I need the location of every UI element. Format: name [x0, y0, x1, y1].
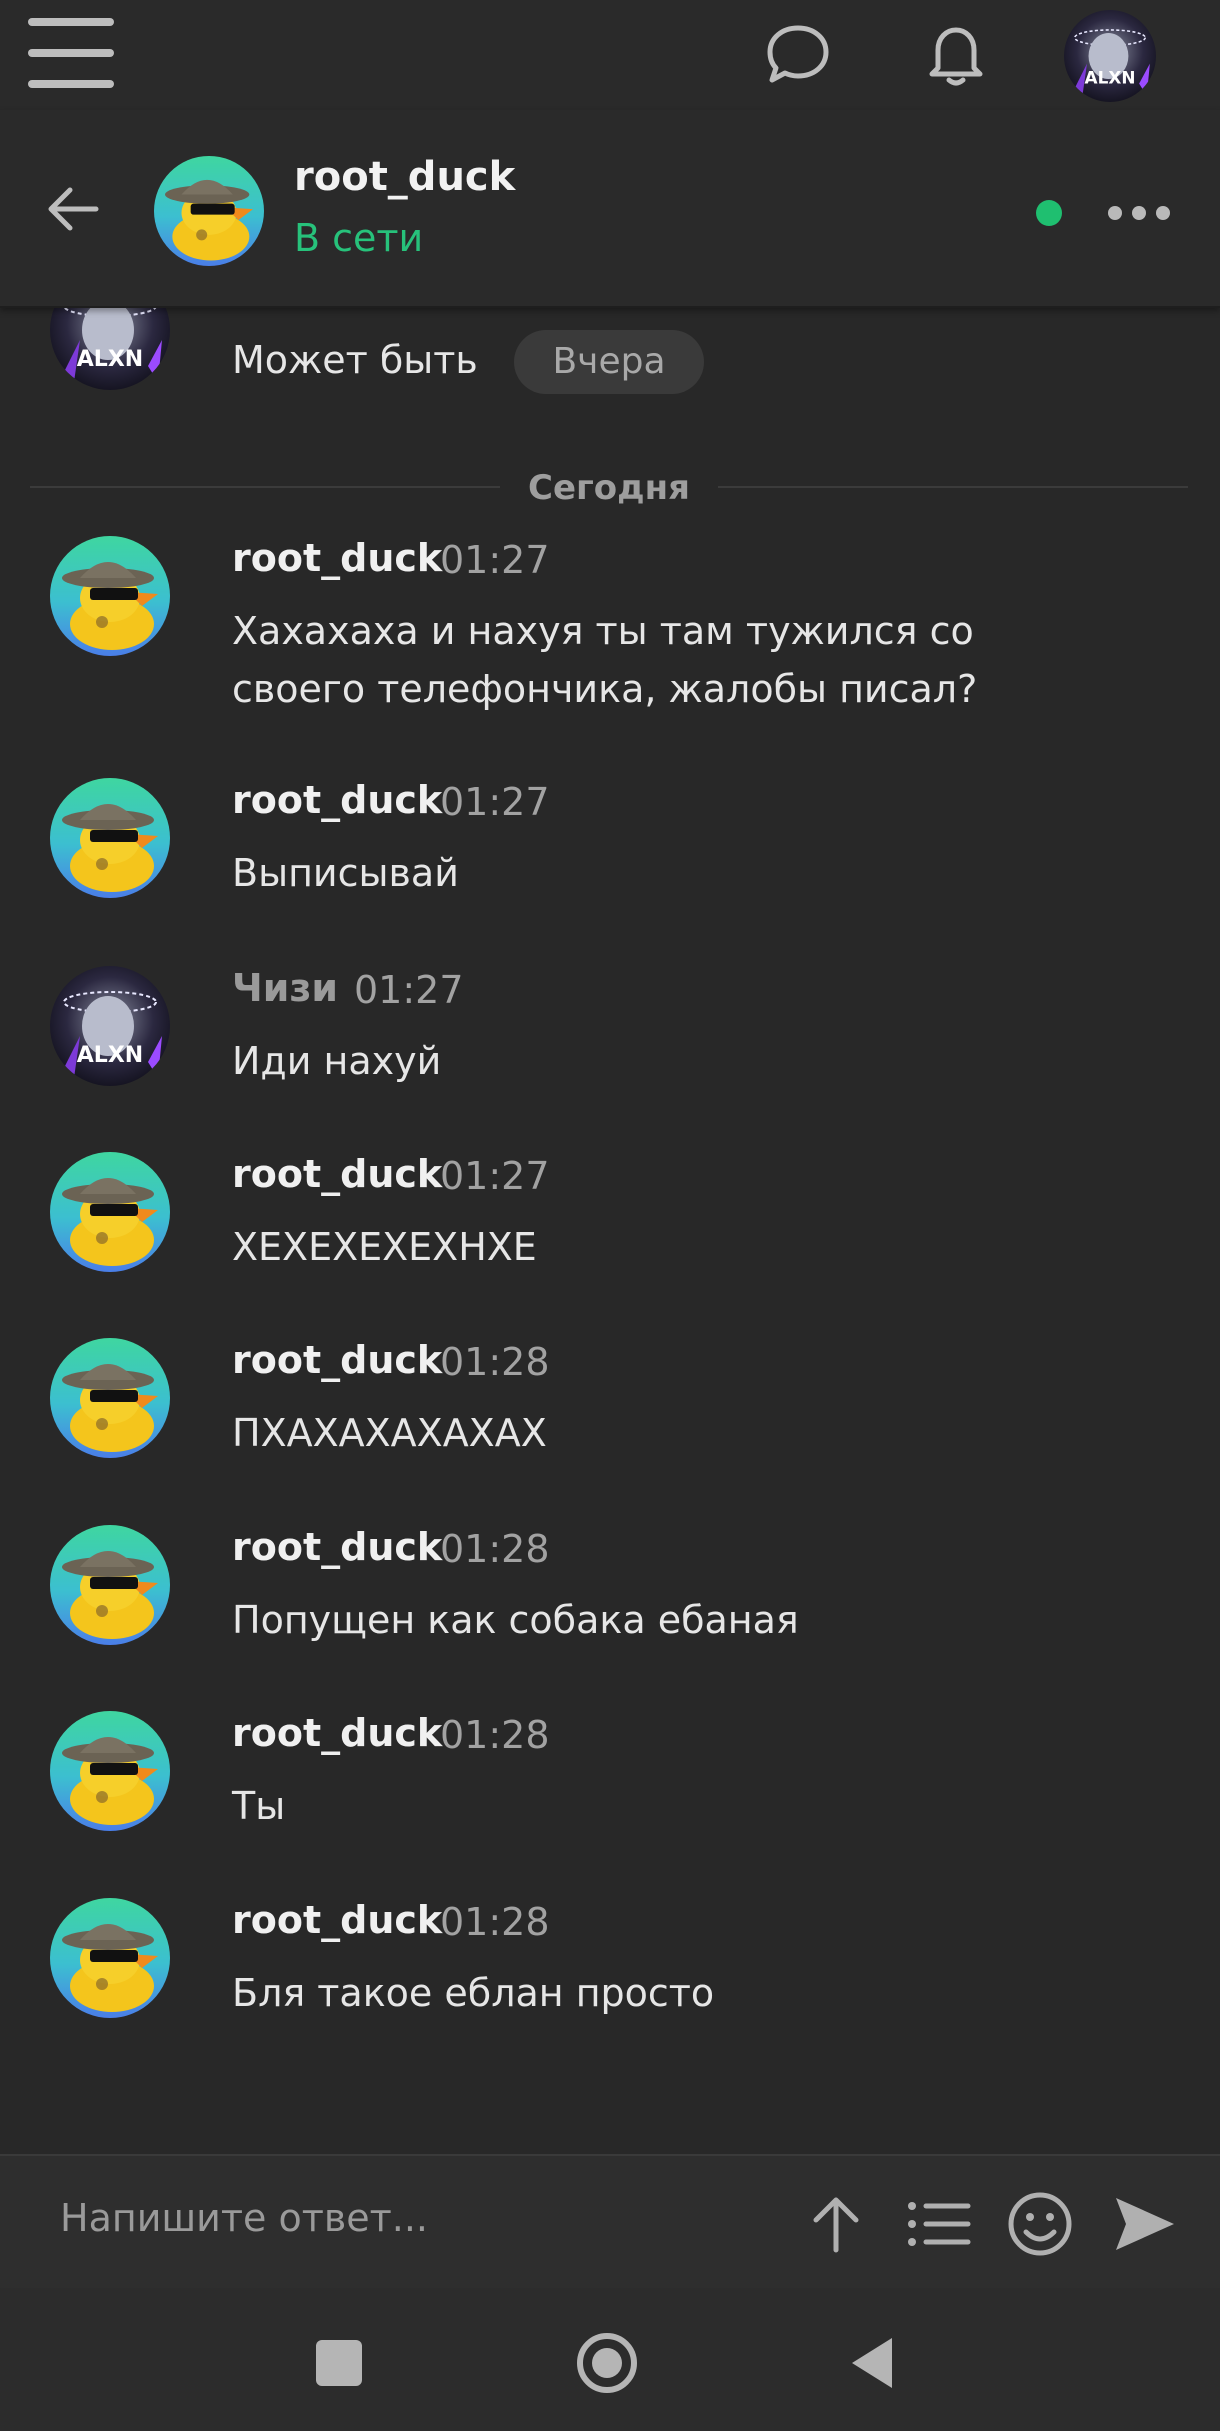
chat-header: root_duck В сети [0, 110, 1220, 308]
message-composer: Напишите ответ... [0, 2154, 1220, 2290]
author-name[interactable]: root_duck [232, 778, 442, 822]
top-app-bar [0, 0, 1220, 110]
contact-status: В сети [294, 216, 424, 260]
author-name[interactable]: root_duck [232, 1525, 442, 1569]
user-avatar[interactable] [1064, 10, 1156, 102]
message-time: 01:28 [440, 1527, 550, 1571]
message-time: 01:27 [440, 1154, 550, 1198]
online-indicator [1036, 200, 1062, 226]
more-horizontal-icon[interactable] [1108, 202, 1172, 224]
date-badge: Вчера [514, 330, 704, 394]
author-avatar[interactable] [50, 306, 170, 390]
message-text: ПХАХАХАХАХАХ [232, 1411, 547, 1455]
contact-name[interactable]: root_duck [294, 154, 515, 200]
chat-bubble-icon[interactable] [762, 18, 834, 90]
author-avatar[interactable] [50, 966, 170, 1086]
date-divider: Сегодня [30, 462, 1188, 514]
author-avatar[interactable] [50, 778, 170, 898]
message-text: Ты [232, 1784, 286, 1828]
author-name[interactable]: root_duck [232, 1711, 442, 1755]
menu-icon[interactable] [28, 18, 114, 88]
message-time: 01:28 [440, 1340, 550, 1384]
message-time: 01:27 [440, 780, 550, 824]
message-partial: Может быть Вчера [0, 306, 1220, 416]
system-navigation-bar [0, 2288, 1220, 2431]
contact-avatar[interactable] [154, 156, 264, 266]
message-list[interactable]: Может быть Вчера Сегодня root_duck 01:27… [0, 306, 1220, 2154]
author-avatar[interactable] [50, 1525, 170, 1645]
author-avatar[interactable] [50, 1711, 170, 1831]
author-avatar[interactable] [50, 536, 170, 656]
send-icon[interactable] [1108, 2188, 1180, 2260]
reply-input[interactable]: Напишите ответ... [60, 2196, 428, 2240]
message-text: Хахахаха и нахуя ты там тужился со своег… [232, 609, 978, 711]
message-time: 01:27 [440, 538, 550, 582]
message-text: Выписывай [232, 851, 459, 895]
author-name[interactable]: Чизи [232, 966, 338, 1010]
message-text: Может быть [232, 338, 478, 382]
bell-icon[interactable] [920, 18, 992, 90]
circle-icon[interactable] [574, 2330, 640, 2396]
author-name[interactable]: root_duck [232, 1152, 442, 1196]
message-time: 01:28 [440, 1713, 550, 1757]
date-divider-label: Сегодня [528, 468, 690, 508]
message-text: Бля такое еблан просто [232, 1971, 715, 2015]
square-icon[interactable] [306, 2330, 372, 2396]
message-time: 01:27 [354, 968, 464, 1012]
author-name[interactable]: root_duck [232, 1338, 442, 1382]
triangle-back-icon[interactable] [840, 2330, 906, 2396]
arrow-up-icon[interactable] [800, 2188, 872, 2260]
message-time: 01:28 [440, 1900, 550, 1944]
author-avatar[interactable] [50, 1338, 170, 1458]
message-text: Иди нахуй [232, 1039, 442, 1083]
list-icon[interactable] [902, 2188, 974, 2260]
message-text: Попущен как собака ебаная [232, 1598, 799, 1642]
emoji-icon[interactable] [1004, 2188, 1076, 2260]
author-name[interactable]: root_duck [232, 1898, 442, 1942]
arrow-left-icon[interactable] [42, 178, 104, 240]
author-avatar[interactable] [50, 1152, 170, 1272]
author-name[interactable]: root_duck [232, 536, 442, 580]
author-avatar[interactable] [50, 1898, 170, 2018]
message-text: ХЕХЕХЕХЕХНХЕ [232, 1225, 537, 1269]
